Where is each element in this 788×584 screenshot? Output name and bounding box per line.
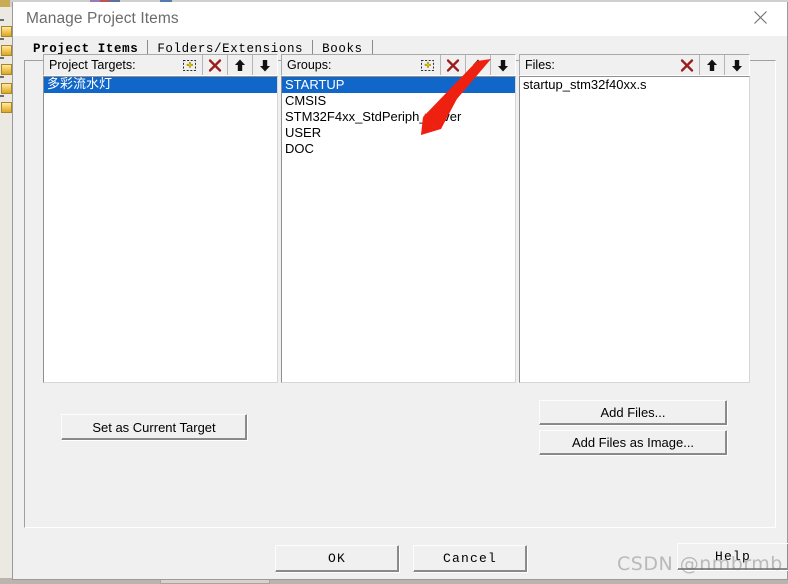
manage-project-items-dialog: Manage Project Items Project Items Folde… (12, 2, 788, 580)
arrow-down-icon (498, 59, 508, 71)
new-item-icon (421, 59, 434, 71)
groups-label: Groups: (287, 58, 332, 72)
delete-x-icon (208, 58, 222, 72)
arrow-up-icon (707, 59, 717, 71)
dialog-title: Manage Project Items (26, 10, 179, 27)
move-target-down-button[interactable] (252, 55, 277, 75)
close-button[interactable] (737, 2, 783, 33)
folder-icon (1, 26, 12, 37)
move-group-up-button[interactable] (465, 55, 490, 75)
delete-target-button[interactable] (202, 55, 227, 75)
arrow-down-icon (260, 59, 270, 71)
new-target-button[interactable] (178, 55, 202, 75)
groups-list[interactable]: STARTUP CMSIS STM32F4xx_StdPeriph_Driver… (281, 76, 516, 383)
arrow-up-icon (235, 59, 245, 71)
project-targets-header: Project Targets: (43, 54, 278, 76)
list-item[interactable]: STARTUP (282, 77, 515, 93)
dialog-title-bar: Manage Project Items (13, 2, 787, 37)
project-targets-label: Project Targets: (49, 58, 136, 72)
folder-icon (1, 45, 12, 56)
add-files-as-image-button[interactable]: Add Files as Image... (539, 430, 727, 455)
ok-button[interactable]: OK (275, 545, 399, 572)
delete-x-icon (446, 58, 460, 72)
list-item[interactable]: USER (282, 125, 515, 141)
new-item-icon (183, 59, 196, 71)
list-item[interactable]: 多彩流水灯 (44, 77, 277, 93)
help-button[interactable]: Help (677, 543, 788, 570)
arrow-up-icon (473, 59, 483, 71)
files-header: Files: (519, 54, 750, 76)
files-label: Files: (525, 58, 555, 72)
tree-expander-icon (0, 95, 4, 97)
list-item[interactable]: CMSIS (282, 93, 515, 109)
move-target-up-button[interactable] (227, 55, 252, 75)
set-as-current-target-button[interactable]: Set as Current Target (61, 414, 247, 440)
list-item[interactable]: STM32F4xx_StdPeriph_Driver (282, 109, 515, 125)
tree-expander-icon (0, 76, 4, 78)
move-file-down-button[interactable] (724, 55, 749, 75)
close-icon (753, 11, 767, 24)
new-group-button[interactable] (416, 55, 440, 75)
delete-file-button[interactable] (675, 55, 699, 75)
files-list[interactable]: startup_stm32f40xx.s (519, 76, 750, 383)
groups-header: Groups: (281, 54, 516, 76)
list-item[interactable]: startup_stm32f40xx.s (520, 77, 749, 93)
groups-toolbar (416, 55, 515, 75)
delete-group-button[interactable] (440, 55, 465, 75)
files-toolbar (675, 55, 749, 75)
delete-x-icon (680, 58, 694, 72)
screen: Manage Project Items Project Items Folde… (0, 0, 788, 584)
tree-expander-icon (0, 38, 4, 40)
add-files-button[interactable]: Add Files... (539, 400, 727, 425)
move-group-down-button[interactable] (490, 55, 515, 75)
folder-icon (1, 64, 12, 75)
move-file-up-button[interactable] (699, 55, 724, 75)
arrow-down-icon (732, 59, 742, 71)
tree-expander-icon (0, 19, 4, 21)
project-targets-toolbar (178, 55, 277, 75)
project-targets-list[interactable]: 多彩流水灯 (43, 76, 278, 383)
folder-icon (1, 83, 12, 94)
list-item[interactable]: DOC (282, 141, 515, 157)
folder-icon (1, 102, 12, 113)
cancel-button[interactable]: Cancel (413, 545, 527, 572)
tree-expander-icon (0, 57, 4, 59)
